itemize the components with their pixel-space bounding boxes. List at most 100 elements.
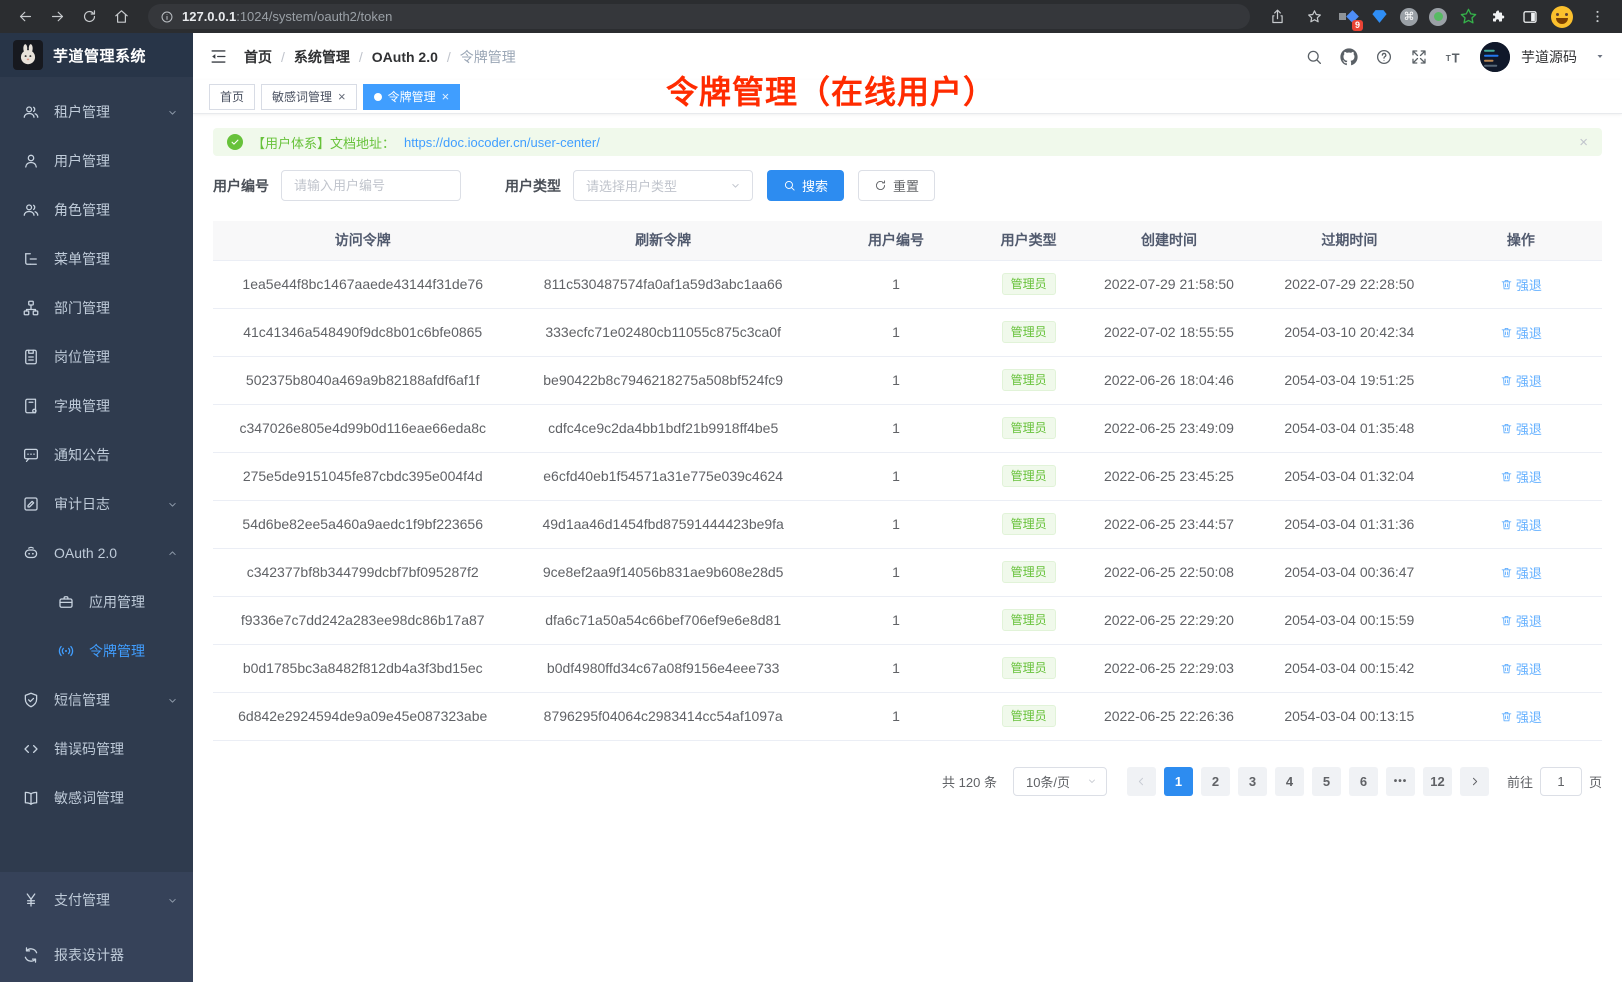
users-icon xyxy=(22,103,40,121)
app-logo-row[interactable]: 芋道管理系统 xyxy=(0,33,193,77)
sidebar-item-report[interactable]: 报表设计器 xyxy=(0,927,193,982)
fullscreen-icon[interactable] xyxy=(1410,48,1428,66)
action-cell: 强退 xyxy=(1440,404,1602,452)
user-avatar[interactable] xyxy=(1480,42,1510,72)
user-type-cell: 管理员 xyxy=(978,644,1079,692)
user-type-cell: 管理员 xyxy=(978,596,1079,644)
sidebar-item-oauth2[interactable]: OAuth 2.0 xyxy=(0,528,193,577)
access-token-cell: b0d1785bc3a8482f812db4a3f3bd15ec xyxy=(213,644,512,692)
browser-menu-icon[interactable] xyxy=(1584,4,1610,30)
sidebar-item-user[interactable]: 用户管理 xyxy=(0,136,193,185)
browser-profile-avatar[interactable] xyxy=(1551,6,1573,28)
force-logout-button[interactable]: 强退 xyxy=(1500,323,1542,342)
user-id-input[interactable] xyxy=(281,170,461,201)
sidebar-item-sms[interactable]: 短信管理 xyxy=(0,675,193,724)
help-icon[interactable] xyxy=(1375,48,1393,66)
access-token-cell: 1ea5e44f8bc1467aaede43144f31de76 xyxy=(213,260,512,308)
browser-forward-button[interactable] xyxy=(44,4,70,30)
notice-link[interactable]: https://doc.iocoder.cn/user-center/ xyxy=(404,135,600,150)
user-type-badge: 管理员 xyxy=(1002,561,1056,583)
pagination-page-2[interactable]: 2 xyxy=(1201,767,1230,796)
tab-首页[interactable]: 首页 xyxy=(209,84,255,110)
sidebar-item-menu[interactable]: 菜单管理 xyxy=(0,234,193,283)
user-type-select[interactable]: 请选择用户类型 xyxy=(573,170,753,201)
force-logout-button[interactable]: 强退 xyxy=(1500,515,1542,534)
tab-敏感词管理[interactable]: 敏感词管理× xyxy=(261,84,357,110)
extension-command-icon[interactable]: ⌘ xyxy=(1400,8,1418,26)
code-icon xyxy=(22,740,40,758)
sidebar-item-oauth2-app[interactable]: 应用管理 xyxy=(0,577,193,626)
sidebar-item-post[interactable]: 岗位管理 xyxy=(0,332,193,381)
force-logout-button[interactable]: 强退 xyxy=(1500,371,1542,390)
force-logout-button[interactable]: 强退 xyxy=(1500,419,1542,438)
search-button[interactable]: 搜索 xyxy=(767,170,844,201)
address-bar[interactable]: 127.0.0.1:1024/system/oauth2/token xyxy=(148,4,1250,29)
notice-close-icon[interactable]: × xyxy=(1579,134,1588,151)
extensions-puzzle-icon[interactable] xyxy=(1489,7,1509,27)
sidebar-item-dept[interactable]: 部门管理 xyxy=(0,283,193,332)
sidebar-item-sensitive[interactable]: 敏感词管理 xyxy=(0,773,193,822)
browser-reload-button[interactable] xyxy=(76,4,102,30)
close-icon[interactable]: × xyxy=(338,90,346,103)
extension-green-star-icon[interactable] xyxy=(1458,7,1478,27)
expire-time-cell: 2054-03-04 19:51:25 xyxy=(1259,356,1440,404)
pagination-page-5[interactable]: 5 xyxy=(1312,767,1341,796)
force-logout-button[interactable]: 强退 xyxy=(1500,611,1542,630)
table-row: b0d1785bc3a8482f812db4a3f3bd15ecb0df4980… xyxy=(213,644,1602,692)
force-logout-button[interactable]: 强退 xyxy=(1500,659,1542,678)
sidebar-item-pay[interactable]: 支付管理 xyxy=(0,872,193,927)
breadcrumb-item[interactable]: 首页 xyxy=(244,47,272,67)
force-logout-button[interactable]: 强退 xyxy=(1500,467,1542,486)
sidebar-fold-icon[interactable] xyxy=(209,47,228,66)
sidebar-item-audit-log[interactable]: 审计日志 xyxy=(0,479,193,528)
created-time-cell: 2022-06-25 22:50:08 xyxy=(1079,548,1259,596)
force-logout-button[interactable]: 强退 xyxy=(1500,563,1542,582)
sidebar-item-notice[interactable]: 通知公告 xyxy=(0,430,193,479)
expire-time-cell: 2054-03-04 00:15:42 xyxy=(1259,644,1440,692)
browser-back-button[interactable] xyxy=(12,4,38,30)
sidebar-item-errcode[interactable]: 错误码管理 xyxy=(0,724,193,773)
pagination-page-4[interactable]: 4 xyxy=(1275,767,1304,796)
site-info-icon[interactable] xyxy=(160,10,174,24)
pagination-next-button[interactable] xyxy=(1460,767,1489,796)
refresh-token-cell: cdfc4ce9c2da4bb1bdf21b9918ff4be5 xyxy=(512,404,814,452)
pagination-page-3[interactable]: 3 xyxy=(1238,767,1267,796)
browser-home-button[interactable] xyxy=(108,4,134,30)
table-row: 275e5de9151045fe87cbdc395e004f4de6cfd40e… xyxy=(213,452,1602,500)
sidebar-item-oauth2-token[interactable]: 令牌管理 xyxy=(0,626,193,675)
reset-button[interactable]: 重置 xyxy=(858,170,935,201)
dict-icon xyxy=(22,397,40,415)
pagination-page-12[interactable]: 12 xyxy=(1423,767,1452,796)
pagination-page-6[interactable]: 6 xyxy=(1349,767,1378,796)
user-menu-caret-icon[interactable] xyxy=(1594,48,1606,66)
pagination-more-button[interactable]: ••• xyxy=(1386,767,1415,796)
font-size-icon[interactable] xyxy=(1445,48,1463,66)
extension-gem-icon[interactable] xyxy=(1369,7,1389,27)
sidebar-item-role[interactable]: 角色管理 xyxy=(0,185,193,234)
page-size-select[interactable]: 10条/页 xyxy=(1013,767,1107,796)
pagination-prev-button[interactable] xyxy=(1127,767,1156,796)
sidebar-item-tenant[interactable]: 租户管理 xyxy=(0,87,193,136)
user-type-badge: 管理员 xyxy=(1002,705,1056,727)
breadcrumb-item[interactable]: 系统管理 xyxy=(294,47,350,67)
search-icon xyxy=(783,179,796,192)
tab-令牌管理[interactable]: 令牌管理× xyxy=(363,84,461,110)
table-row: 54d6be82ee5a460a9aedc1f9bf22365649d1aa46… xyxy=(213,500,1602,548)
breadcrumb-item[interactable]: OAuth 2.0 xyxy=(372,49,438,65)
search-icon[interactable] xyxy=(1305,48,1323,66)
bookmark-star-icon[interactable] xyxy=(1301,4,1327,30)
sidebar-item-label: 错误码管理 xyxy=(54,739,179,759)
expire-time-cell: 2054-03-04 01:31:36 xyxy=(1259,500,1440,548)
force-logout-button[interactable]: 强退 xyxy=(1500,707,1542,726)
side-panel-icon[interactable] xyxy=(1520,7,1540,27)
expire-time-cell: 2054-03-04 01:32:04 xyxy=(1259,452,1440,500)
extension-recorder-icon[interactable] xyxy=(1429,8,1447,26)
pagination-page-1[interactable]: 1 xyxy=(1164,767,1193,796)
sidebar-item-dict[interactable]: 字典管理 xyxy=(0,381,193,430)
close-icon[interactable]: × xyxy=(442,90,450,103)
force-logout-button[interactable]: 强退 xyxy=(1500,275,1542,294)
extension-blue-diamond-icon[interactable]: 9 xyxy=(1338,7,1358,27)
github-icon[interactable] xyxy=(1340,48,1358,66)
share-icon[interactable] xyxy=(1264,4,1290,30)
goto-page-input[interactable] xyxy=(1540,767,1582,796)
